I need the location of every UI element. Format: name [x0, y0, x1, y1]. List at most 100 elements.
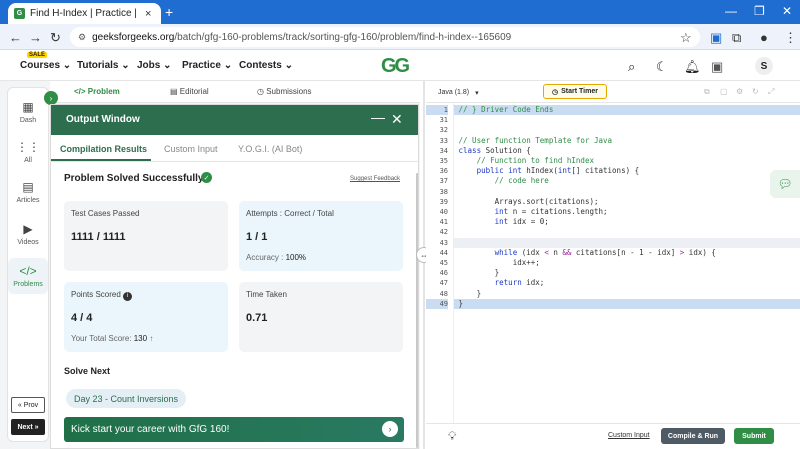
- sidebar-item-videos[interactable]: ▶ Videos: [8, 222, 48, 246]
- next-button[interactable]: Next »: [11, 419, 45, 435]
- collapse-chevron-icon[interactable]: ›: [44, 91, 58, 105]
- code-line[interactable]: [454, 125, 800, 135]
- problem-tabs: </> Problem ▤ Editorial ◷ Submissions: [50, 81, 420, 103]
- code-line[interactable]: // Function to find hIndex: [454, 156, 800, 166]
- code-editor[interactable]: // } Driver Code Ends // User function T…: [453, 103, 800, 423]
- code-line[interactable]: int idx = 0;: [454, 217, 800, 227]
- time-card: Time Taken 0.71: [239, 282, 403, 352]
- site-info-icon[interactable]: ⚙: [78, 32, 86, 43]
- points-card: Points Scored i 4 / 4 Your Total Score: …: [64, 282, 228, 352]
- code-line[interactable]: // } Driver Code Ends: [454, 105, 800, 116]
- code-line[interactable]: [454, 237, 800, 248]
- tab-submissions[interactable]: ◷ Submissions: [257, 87, 312, 96]
- test-cases-value: 1111 / 1111: [71, 231, 126, 243]
- line-number: 49: [426, 298, 448, 309]
- url-bar[interactable]: ⚙ geeksforgeeks.org/batch/gfg-160-proble…: [70, 27, 700, 47]
- nav-tutorials[interactable]: Tutorials ⌄: [77, 60, 130, 71]
- code-line[interactable]: // User function Template for Java: [454, 136, 800, 146]
- code-line[interactable]: class Solution {: [454, 146, 800, 156]
- code-icon: </>: [19, 264, 37, 278]
- reload-icon[interactable]: ↻: [50, 30, 61, 46]
- extensions-icon[interactable]: ⧉: [732, 30, 741, 46]
- nav-courses[interactable]: Courses ⌄: [20, 60, 71, 71]
- code-line[interactable]: }: [454, 268, 800, 278]
- editor-footer: 💡︎ Custom Input Compile & Run Submit: [426, 423, 800, 449]
- reset-icon[interactable]: ↻: [752, 87, 759, 96]
- browser-tab-strip: G Find H-Index | Practice | GeeksforGeek…: [0, 0, 800, 24]
- code-line[interactable]: [454, 187, 800, 197]
- code-line[interactable]: int n = citations.length;: [454, 207, 800, 217]
- new-tab-button[interactable]: +: [165, 4, 173, 20]
- copy-icon[interactable]: ⧉: [704, 87, 710, 97]
- restore-icon[interactable]: ❐: [754, 4, 765, 18]
- chevron-right-icon[interactable]: ›: [382, 421, 398, 437]
- output-window: Output Window — ✕ Compilation Results Cu…: [50, 104, 419, 449]
- line-number: 44: [439, 248, 448, 257]
- next-problem-link[interactable]: Day 23 - Count Inversions: [66, 389, 187, 408]
- window-close-icon[interactable]: ✕: [782, 4, 792, 18]
- nav-contests[interactable]: Contests ⌄: [239, 60, 293, 71]
- bookmark-star-icon[interactable]: ☆: [680, 30, 692, 46]
- custom-input-link[interactable]: Custom Input: [608, 432, 650, 439]
- tab-editorial[interactable]: ▤ Editorial: [170, 87, 209, 96]
- fullscreen-icon[interactable]: ⤢: [768, 87, 774, 97]
- avatar[interactable]: S: [755, 57, 773, 75]
- line-number: 32: [439, 126, 448, 135]
- output-window-title: Output Window: [66, 114, 140, 125]
- code-line[interactable]: while (idx < n && citations[n - 1 - idx]…: [454, 248, 800, 258]
- translate-icon[interactable]: ▣: [710, 30, 722, 46]
- tab-yogi-ai-bot[interactable]: Y.O.G.I. (AI Bot): [238, 144, 302, 154]
- code-line[interactable]: public int hIndex(int[] citations) {: [454, 166, 800, 176]
- sidebar-item-dash[interactable]: ▦ Dash: [8, 100, 48, 124]
- submit-button[interactable]: Submit: [734, 428, 774, 444]
- tab-problem[interactable]: </> Problem: [74, 87, 120, 96]
- translate-icon[interactable]: ▣: [711, 59, 723, 75]
- browser-menu-icon[interactable]: ⋮: [784, 30, 797, 46]
- chat-icon[interactable]: 💬︎: [770, 170, 800, 198]
- tab-title: Find H-Index | Practice | GeeksforGeeks: [30, 8, 140, 19]
- dark-mode-icon[interactable]: ☾: [656, 59, 668, 75]
- code-line[interactable]: [454, 115, 800, 125]
- gfg-logo[interactable]: GG: [381, 55, 410, 78]
- nav-jobs[interactable]: Jobs ⌄: [137, 60, 172, 71]
- profile-icon[interactable]: ●: [760, 30, 768, 45]
- lightbulb-icon[interactable]: 💡︎: [448, 429, 456, 444]
- paste-icon[interactable]: ▢: [720, 87, 728, 96]
- pane-splitter[interactable]: [423, 81, 425, 449]
- close-icon[interactable]: ✕: [391, 111, 403, 128]
- code-line[interactable]: return idx;: [454, 278, 800, 288]
- minimize-icon[interactable]: —: [725, 4, 737, 18]
- forward-icon[interactable]: →: [29, 30, 42, 45]
- language-select[interactable]: Java (1.8) ▾: [438, 86, 496, 99]
- code-line[interactable]: Arrays.sort(citations);: [454, 197, 800, 207]
- sidebar-item-articles[interactable]: ▤ Articles: [8, 180, 48, 204]
- gfg160-banner[interactable]: Kick start your career with GfG 160! ›: [64, 417, 404, 442]
- tab-custom-input[interactable]: Custom Input: [164, 144, 218, 154]
- code-line[interactable]: }: [454, 289, 800, 299]
- suggest-feedback-link[interactable]: Suggest Feedback: [350, 176, 400, 182]
- video-icon: ▶: [23, 222, 33, 236]
- code-line[interactable]: }: [454, 298, 800, 309]
- compile-run-button[interactable]: Compile & Run: [661, 428, 725, 444]
- line-number: 48: [439, 289, 448, 298]
- code-line[interactable]: [454, 227, 800, 237]
- sidebar-item-all[interactable]: ⋮⋮ All: [8, 140, 48, 164]
- scrollbar[interactable]: [416, 173, 418, 448]
- nav-practice[interactable]: Practice ⌄: [182, 60, 232, 71]
- search-icon[interactable]: ⌕: [628, 59, 635, 75]
- settings-icon[interactable]: ⚙: [736, 87, 743, 96]
- back-icon[interactable]: ←: [9, 30, 22, 45]
- line-number: 42: [439, 228, 448, 237]
- attempts-value: 1 / 1: [246, 231, 268, 243]
- prev-button[interactable]: « Prov: [11, 397, 45, 413]
- tab-close-icon[interactable]: ×: [145, 8, 151, 20]
- history-icon: ◷: [257, 87, 267, 96]
- sidebar-item-problems[interactable]: </> Problems: [8, 258, 48, 294]
- tab-compilation-results[interactable]: Compilation Results: [60, 144, 147, 154]
- minimize-icon[interactable]: —: [371, 109, 385, 125]
- code-line[interactable]: // code here: [454, 176, 800, 186]
- code-line[interactable]: idx++;: [454, 258, 800, 268]
- browser-tab[interactable]: G Find H-Index | Practice | GeeksforGeek…: [8, 3, 161, 24]
- notification-bell-icon[interactable]: 🔔︎: [684, 59, 701, 75]
- start-timer-button[interactable]: ◷ Start Timer: [543, 84, 607, 99]
